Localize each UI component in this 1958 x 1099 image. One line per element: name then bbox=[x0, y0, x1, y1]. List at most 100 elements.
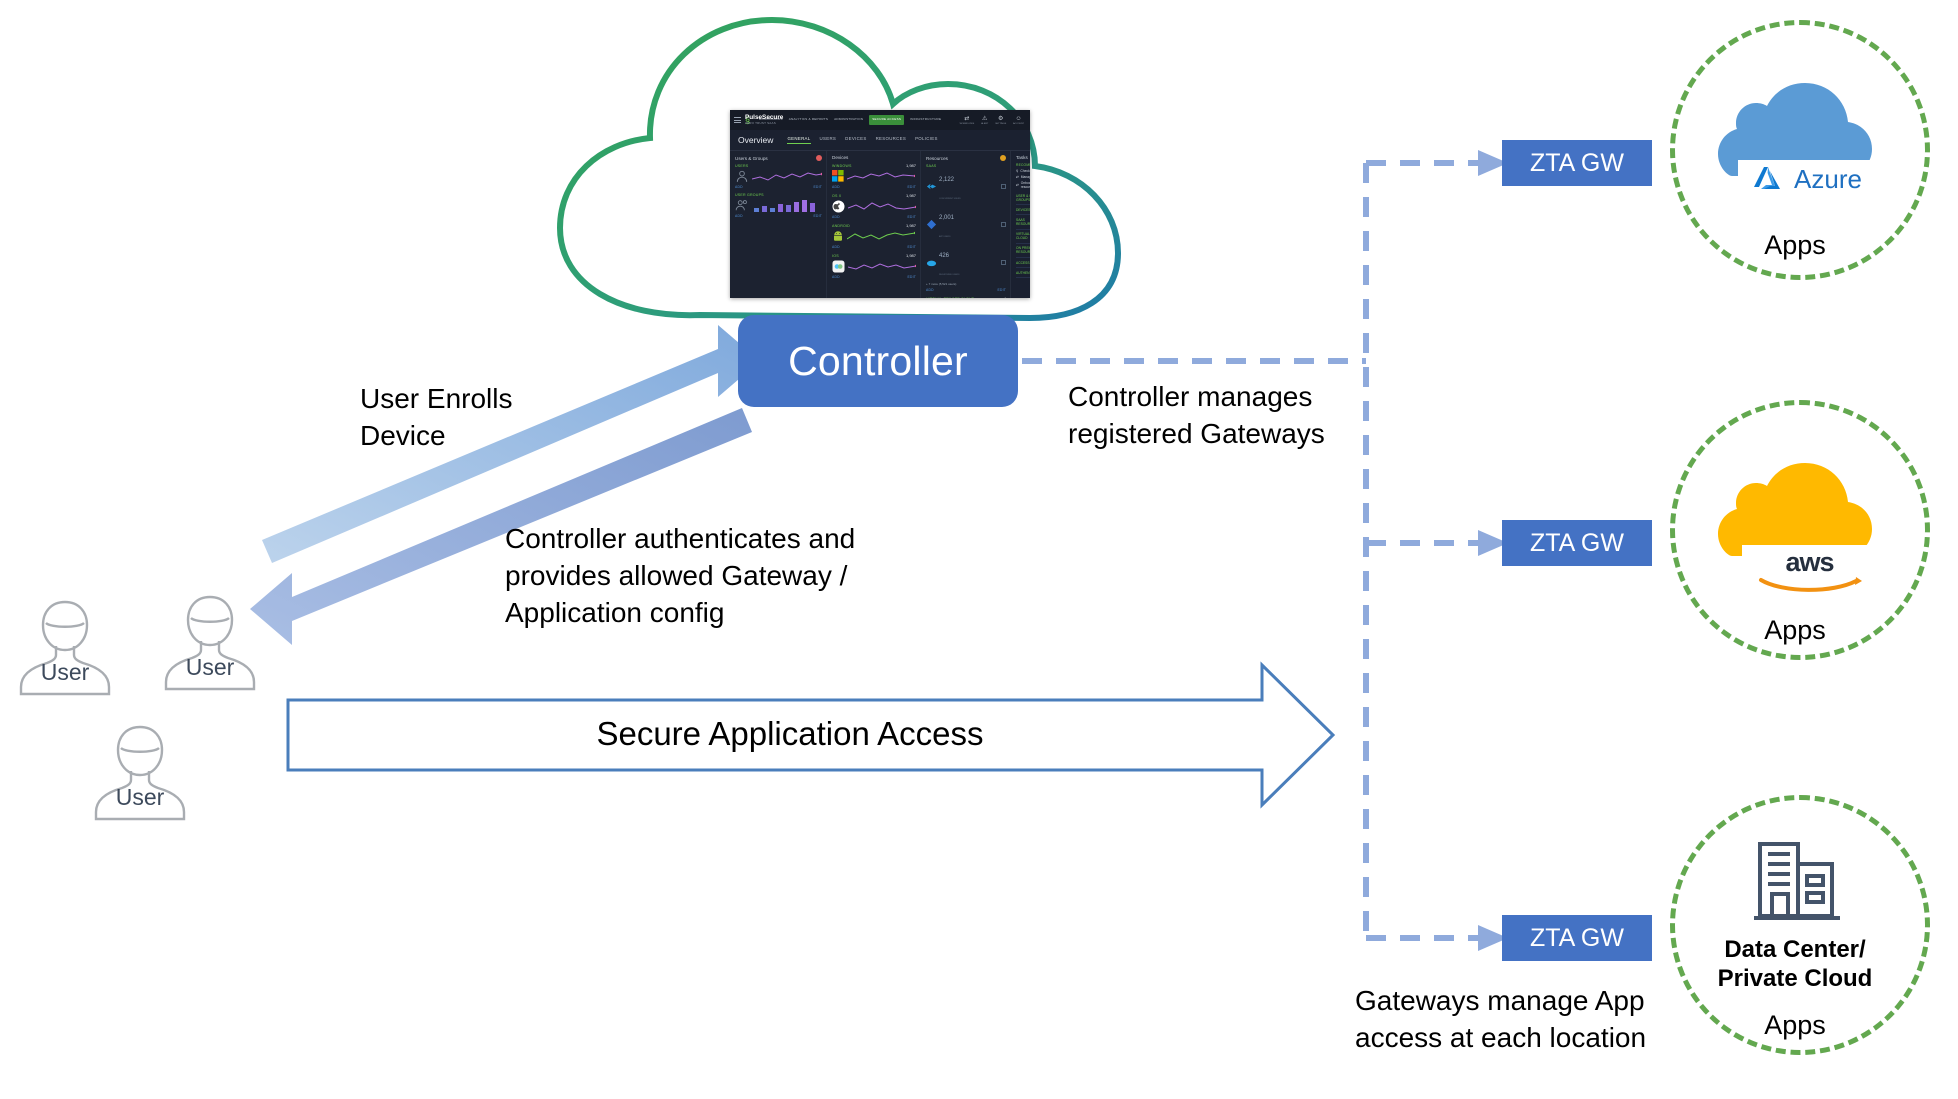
add-link[interactable]: ADD bbox=[832, 245, 840, 249]
panel-users: USERS ADD EDIT bbox=[735, 164, 822, 189]
azure-wordmark: Azure bbox=[1794, 163, 1862, 194]
gateway-label: ZTA GW bbox=[1530, 923, 1624, 952]
tab-users[interactable]: USERS bbox=[820, 136, 837, 144]
add-link[interactable]: ADD bbox=[926, 288, 934, 292]
accordion-access-policy[interactable]: ACCESS POLICY⌄ bbox=[1016, 258, 1030, 269]
tab-general[interactable]: GENERAL bbox=[787, 136, 811, 144]
nav-administration[interactable]: ADMINISTRATION bbox=[834, 117, 863, 122]
pulse-secure-dashboard-screenshot[interactable]: § PulseSecure ZERO TRUST SAAS DASHBOARDS… bbox=[730, 110, 1030, 298]
saas-toggle-icon[interactable] bbox=[1000, 183, 1006, 189]
edit-link[interactable]: EDIT bbox=[997, 288, 1006, 292]
add-link[interactable]: ADD bbox=[832, 275, 840, 279]
zta-gateway-azure[interactable]: ZTA GW bbox=[1502, 140, 1652, 186]
nav-infrastructure[interactable]: INFRASTRUCTURE bbox=[910, 117, 941, 122]
saas-item: 2,122 CONCURRENT USERS bbox=[926, 168, 1006, 204]
pulse-secure-logo: § PulseSecure ZERO TRUST SAAS bbox=[745, 114, 783, 125]
settings-gear-icon[interactable]: ⚙ SETTINGS bbox=[995, 116, 1006, 125]
panel-osx: OS X 1,987 ADD EDIT bbox=[832, 193, 916, 219]
accordion-on-prem-resources[interactable]: ON PREM RESOURCES⌄ bbox=[1016, 244, 1030, 258]
osx-sparkline bbox=[848, 201, 916, 210]
windows-sparkline bbox=[847, 171, 915, 179]
dashboard-nav: DASHBOARDS ANALYTICS & REPORTS ADMINISTR… bbox=[759, 115, 941, 125]
alert-badge-icon bbox=[816, 155, 822, 161]
accordion-user-user-groups[interactable]: USER & USER GROUPS⌄ bbox=[1016, 191, 1030, 206]
user-avatar-icon bbox=[736, 170, 748, 182]
dashboard-topbar: § PulseSecure ZERO TRUST SAAS DASHBOARDS… bbox=[730, 110, 1030, 130]
annotation-controller-manages: Controller manages registered Gateways bbox=[1068, 381, 1325, 450]
user-figure: User bbox=[10, 590, 120, 702]
accordion-authentication[interactable]: AUTHENTICATION⌄ bbox=[1016, 268, 1030, 279]
user-label: User bbox=[40, 659, 90, 685]
add-link[interactable]: ADD bbox=[832, 185, 840, 189]
add-link[interactable]: ADD bbox=[735, 214, 743, 218]
column-tasks: Tasks RECOMMENDED ⚲Check alerts ⇄Manage … bbox=[1011, 151, 1030, 298]
secure-access-arrow-label: Secure Application Access bbox=[596, 715, 984, 752]
page-title: Overview bbox=[738, 135, 774, 145]
azure-logo-icon bbox=[1754, 167, 1781, 189]
dashboard-icon-actions: ⇄ WORKFLOWS ⚠ ALERT ⚙ SETTINGS ☺ ACCOUNT bbox=[960, 116, 1024, 125]
building-icon bbox=[1754, 842, 1840, 920]
menu-icon[interactable] bbox=[734, 117, 741, 123]
aws-wordmark: aws bbox=[1785, 547, 1834, 577]
user-label: User bbox=[185, 654, 235, 680]
accordion-saas-resources[interactable]: SAAS RESOURCES⌄ bbox=[1016, 215, 1030, 230]
nav-secure-access[interactable]: SECURE ACCESS bbox=[869, 115, 905, 125]
saas-more-link[interactable]: + 7 more (5,521 users) bbox=[926, 282, 1006, 286]
account-icon[interactable]: ☺ ACCOUNT bbox=[1013, 116, 1024, 125]
zta-gateway-aws[interactable]: ZTA GW bbox=[1502, 520, 1652, 566]
apps-label-datacenter: Apps bbox=[1764, 1010, 1826, 1040]
column-title: Devices bbox=[832, 155, 849, 160]
tab-resources[interactable]: RESOURCES bbox=[876, 136, 907, 144]
annotation-user-enrolls: User Enrolls Device bbox=[360, 383, 513, 452]
diagram-canvas: § PulseSecure ZERO TRUST SAAS DASHBOARDS… bbox=[0, 0, 1958, 1099]
column-resources: Resources SAAS 2,122 CONCURRENT USERS 2,… bbox=[921, 151, 1011, 298]
panel-ios: IOS 1,987 ADD EDIT bbox=[832, 253, 916, 279]
edit-link[interactable]: EDIT bbox=[813, 185, 822, 189]
column-title: Tasks bbox=[1016, 155, 1028, 160]
users-sparkline bbox=[752, 172, 822, 181]
search-icon: ⚲ bbox=[1016, 169, 1019, 173]
edit-link[interactable]: EDIT bbox=[907, 185, 916, 189]
user-figure: User bbox=[155, 585, 265, 697]
controller-label: Controller bbox=[788, 337, 968, 384]
task-manage-policies[interactable]: ⇄Manage policies bbox=[1016, 175, 1030, 179]
column-title: Resources bbox=[926, 155, 948, 161]
add-link[interactable]: ADD bbox=[832, 215, 840, 219]
resource-icon: ⇄ bbox=[1016, 183, 1019, 187]
zta-gateway-datacenter[interactable]: ZTA GW bbox=[1502, 915, 1652, 961]
azure-logo-badge: Azure bbox=[1738, 160, 1878, 198]
apps-label-aws: Apps bbox=[1764, 615, 1826, 645]
controller-node[interactable]: Controller bbox=[738, 315, 1018, 407]
edit-link[interactable]: EDIT bbox=[907, 215, 916, 219]
accordion-devices[interactable]: DEVICES⌄ bbox=[1016, 205, 1030, 216]
box-cloud-icon bbox=[926, 260, 937, 266]
saas-item: 2,001 APP USERS bbox=[926, 206, 1006, 242]
column-users-groups: Users & Groups USERS ADD EDIT USER GROUP… bbox=[730, 151, 827, 298]
saas-toggle-icon[interactable] bbox=[1000, 221, 1006, 227]
column-devices: Devices WINDOWS 1,987 ADD EDIT OS X 1,98… bbox=[827, 151, 921, 298]
windows-icon bbox=[832, 170, 844, 182]
add-link[interactable]: ADD bbox=[735, 185, 743, 189]
policy-icon: ⇄ bbox=[1016, 175, 1019, 179]
tab-devices[interactable]: DEVICES bbox=[845, 136, 866, 144]
user-figure: User bbox=[85, 715, 195, 827]
ios-sparkline bbox=[848, 262, 916, 270]
accordion-virtual-private-cloud[interactable]: VIRTUAL PRIVATE CLOUD⌄ bbox=[1016, 230, 1030, 244]
nav-analytics-reports[interactable]: ANALYTICS & REPORTS bbox=[789, 117, 828, 122]
annotation-controller-authenticates: Controller authenticates and provides al… bbox=[505, 523, 856, 629]
panel-windows: WINDOWS 1,987 ADD EDIT bbox=[832, 163, 916, 189]
edit-link[interactable]: EDIT bbox=[907, 245, 916, 249]
task-check-alerts[interactable]: ⚲Check alerts bbox=[1016, 169, 1030, 173]
edit-link[interactable]: EDIT bbox=[813, 214, 822, 218]
edit-link[interactable]: EDIT bbox=[907, 275, 916, 279]
controller-gateway-links bbox=[1022, 160, 1482, 941]
warning-badge-icon bbox=[1000, 155, 1006, 161]
task-onboard-resources[interactable]: ⇄Onboard resources bbox=[1016, 181, 1030, 189]
gateway-label: ZTA GW bbox=[1530, 528, 1624, 557]
alert-icon[interactable]: ⚠ ALERT bbox=[981, 116, 988, 125]
group-icon bbox=[735, 200, 747, 211]
tab-policies[interactable]: POLICIES bbox=[915, 136, 938, 144]
saas-toggle-icon[interactable] bbox=[1000, 259, 1006, 265]
android-sparkline bbox=[847, 231, 915, 240]
workflows-icon[interactable]: ⇄ WORKFLOWS bbox=[960, 116, 975, 125]
